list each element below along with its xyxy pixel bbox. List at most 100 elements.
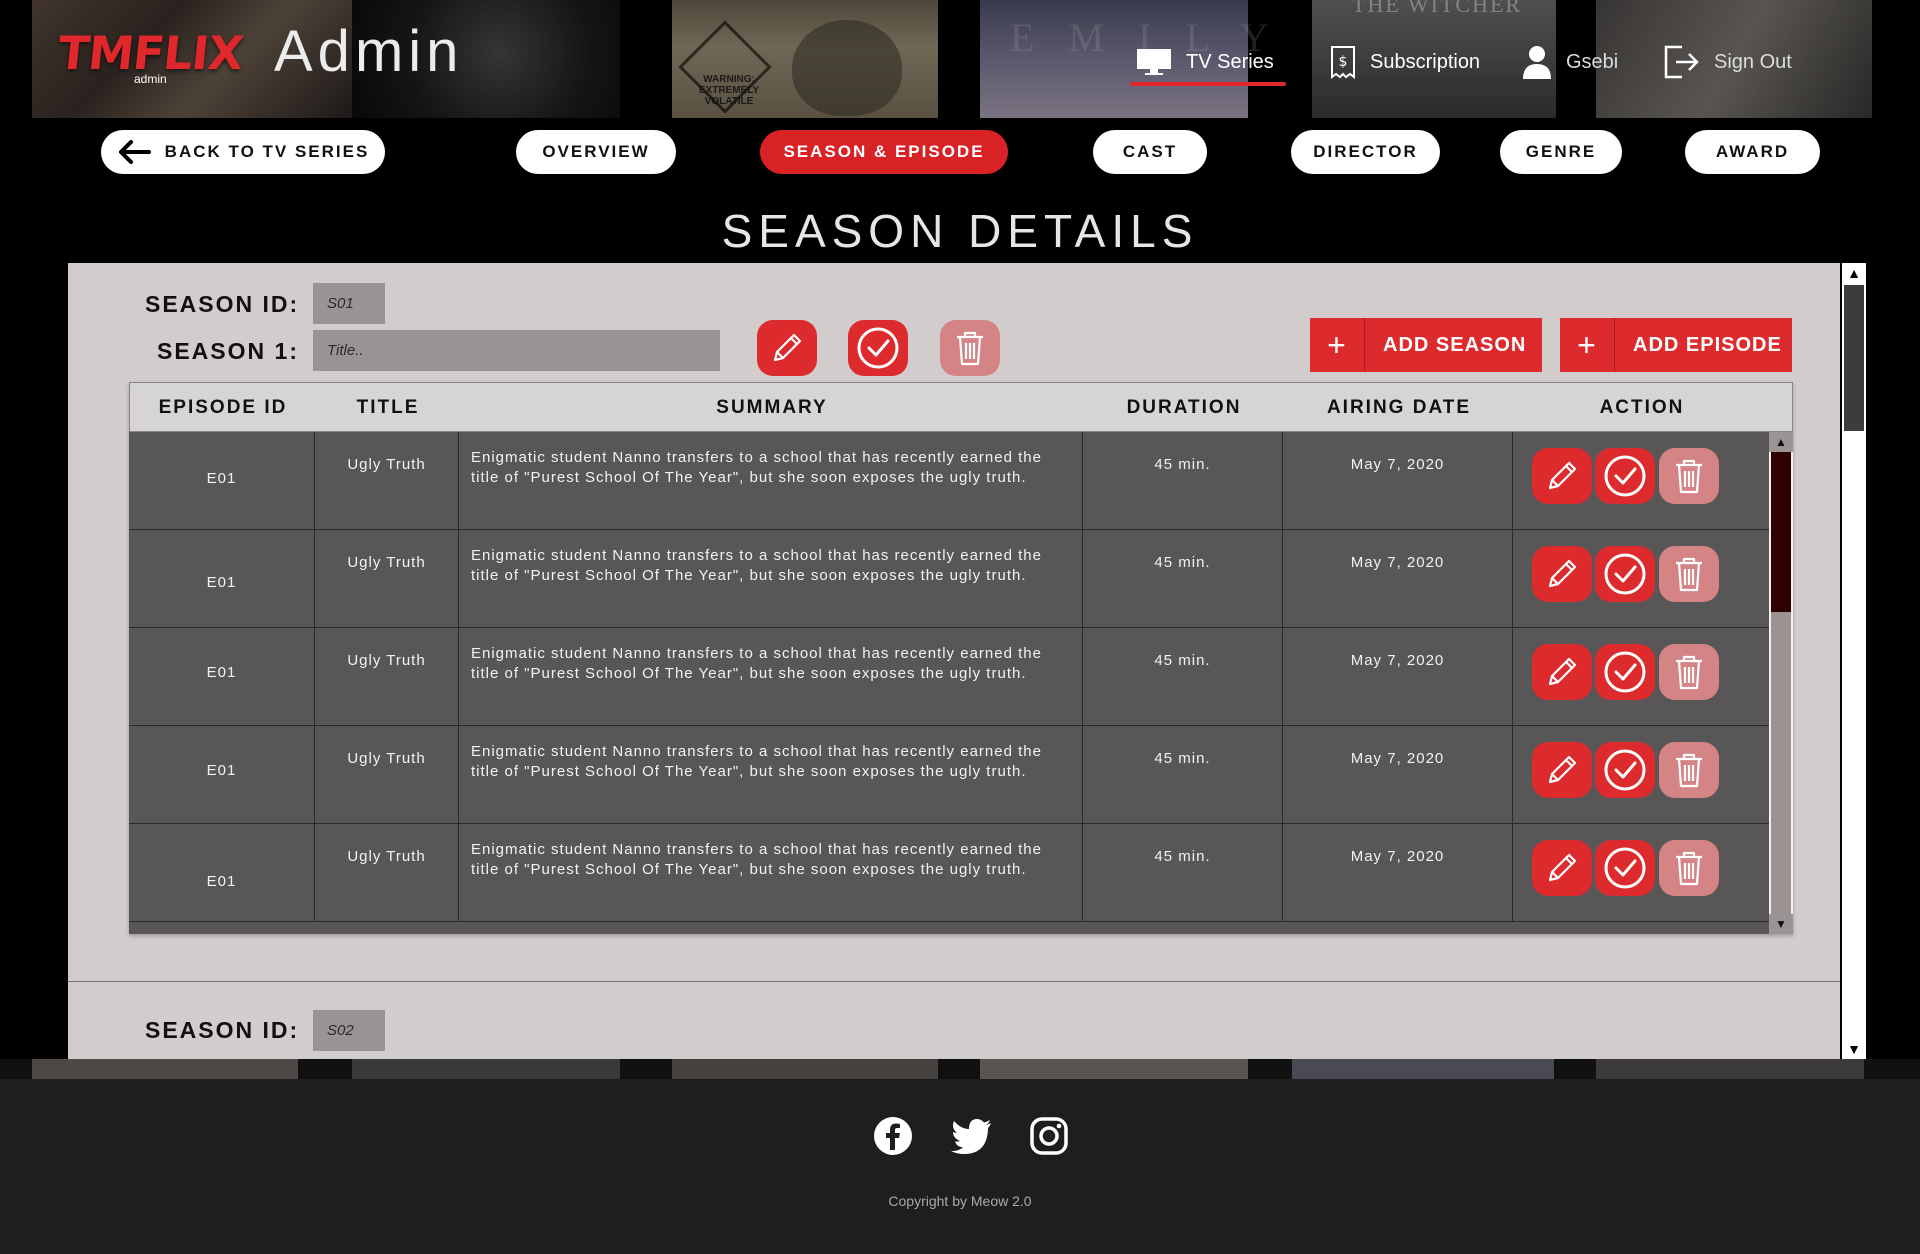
save-episode-button[interactable] — [1595, 644, 1655, 700]
svg-text:$: $ — [1339, 54, 1348, 70]
nav-sign-out[interactable]: Sign Out — [1664, 42, 1792, 82]
arrow-left-icon — [117, 139, 151, 165]
save-episode-button[interactable] — [1595, 546, 1655, 602]
add-season-button[interactable]: + ADD SEASON — [1310, 318, 1542, 372]
airing-date-text: May 7, 2020 — [1350, 750, 1445, 767]
cell-episode-id: E01 — [129, 530, 315, 628]
trash-icon — [954, 329, 986, 367]
delete-episode-button[interactable] — [1659, 546, 1719, 602]
season-id-label: SEASON ID: — [145, 291, 300, 317]
cell-title: Ugly Truth — [315, 432, 459, 530]
episode-id-text: E01 — [206, 574, 237, 591]
tab-director[interactable]: DIRECTOR — [1291, 130, 1440, 174]
edit-episode-button[interactable] — [1532, 546, 1592, 602]
save-episode-button[interactable] — [1595, 840, 1655, 896]
column-header: DURATION — [1126, 397, 1242, 418]
edit-season-button[interactable] — [757, 320, 817, 376]
duration-text: 45 min. — [1154, 456, 1211, 473]
cell-duration: 45 min. — [1083, 824, 1283, 922]
add-episode-button[interactable]: + ADD EPISODE — [1560, 318, 1792, 372]
scrollbar-thumb[interactable] — [1771, 452, 1791, 612]
edit-episode-button[interactable] — [1532, 840, 1592, 896]
instagram-icon[interactable] — [1028, 1115, 1070, 1157]
pencil-icon — [1544, 752, 1580, 788]
brand-logo[interactable]: TMFLIX admin — [55, 26, 248, 88]
cell-airing-date: May 7, 2020 — [1283, 530, 1513, 628]
table-row: E01 Ugly Truth Enigmatic student Nanno tra… — [129, 628, 1769, 726]
check-circle-icon — [1603, 650, 1647, 694]
cell-episode-id: E01 — [129, 726, 315, 824]
logo-subtext: admin — [134, 72, 167, 86]
scroll-up-arrow-icon[interactable]: ▲ — [1842, 263, 1866, 283]
divider — [68, 981, 1840, 982]
column-header: TITLE — [356, 397, 420, 418]
admin-title: Admin — [274, 19, 464, 84]
nav-tv-series-label: TV Series — [1186, 50, 1274, 73]
edit-episode-button[interactable] — [1532, 644, 1592, 700]
nav-subscription[interactable]: $ Subscription — [1330, 42, 1480, 82]
summary-text: Enigmatic student Nanno transfers to a s… — [471, 841, 1042, 878]
sign-out-icon — [1664, 45, 1700, 79]
airing-date-text: May 7, 2020 — [1350, 848, 1445, 865]
tab-season-episode[interactable]: SEASON & EPISODE — [760, 130, 1008, 174]
cell-summary: Enigmatic student Nanno transfers to a s… — [459, 432, 1083, 530]
delete-episode-button[interactable] — [1659, 644, 1719, 700]
twitter-icon[interactable] — [951, 1115, 993, 1157]
column-header: ACTION — [1599, 397, 1685, 418]
scrollbar-thumb[interactable] — [1844, 285, 1864, 431]
summary-text: Enigmatic student Nanno transfers to a s… — [471, 743, 1042, 780]
tab-award[interactable]: AWARD — [1685, 130, 1820, 174]
cell-title: Ugly Truth — [315, 726, 459, 824]
season-id-field[interactable]: S01 — [313, 283, 385, 324]
nav-user[interactable]: Gsebi — [1522, 42, 1618, 82]
edit-episode-button[interactable] — [1532, 448, 1592, 504]
tab-overview[interactable]: OVERVIEW — [516, 130, 676, 174]
edit-episode-button[interactable] — [1532, 742, 1592, 798]
delete-season-button[interactable] — [940, 320, 1000, 376]
title-text: Ugly Truth — [347, 848, 426, 865]
copyright-text: Copyright by Meow 2.0 — [888, 1193, 1032, 1209]
table-header: EPISODE ID TITLE SUMMARY DURATION AIRING… — [129, 382, 1793, 432]
back-to-tv-series-button[interactable]: BACK TO TV SERIES — [101, 130, 385, 174]
delete-episode-button[interactable] — [1659, 742, 1719, 798]
back-to-tv-series-label: BACK TO TV SERIES — [164, 142, 370, 161]
tab-cast[interactable]: CAST — [1093, 130, 1207, 174]
pencil-icon — [1544, 654, 1580, 690]
table-row: E01 Ugly Truth Enigmatic student Nanno tra… — [129, 726, 1769, 824]
scroll-up-arrow-icon[interactable]: ▲ — [1769, 432, 1793, 452]
page-scrollbar[interactable]: ▲ ▼ — [1842, 263, 1866, 1059]
duration-text: 45 min. — [1154, 652, 1211, 669]
cell-episode-id: E01 — [129, 824, 315, 922]
episode-id-text: E01 — [206, 470, 237, 487]
scroll-down-arrow-icon[interactable]: ▼ — [1842, 1039, 1866, 1059]
table-scrollbar[interactable]: ▲ ▼ — [1769, 432, 1793, 934]
episodes-table: EPISODE ID TITLE SUMMARY DURATION AIRING… — [129, 382, 1793, 934]
nav-tv-series[interactable]: TV Series — [1136, 42, 1274, 82]
delete-episode-button[interactable] — [1659, 448, 1719, 504]
save-season-button[interactable] — [848, 320, 908, 376]
season-name-label: SEASON 1: — [157, 338, 299, 364]
cell-summary: Enigmatic student Nanno transfers to a s… — [459, 726, 1083, 824]
add-season-label: ADD SEASON — [1383, 333, 1527, 356]
delete-episode-button[interactable] — [1659, 840, 1719, 896]
summary-text: Enigmatic student Nanno transfers to a s… — [471, 645, 1042, 682]
poster-strip — [0, 1059, 1920, 1079]
save-episode-button[interactable] — [1595, 742, 1655, 798]
cell-airing-date: May 7, 2020 — [1283, 726, 1513, 824]
cell-summary: Enigmatic student Nanno transfers to a s… — [459, 530, 1083, 628]
facebook-icon[interactable] — [872, 1115, 914, 1157]
title-text: Ugly Truth — [347, 652, 426, 669]
summary-text: Enigmatic student Nanno transfers to a s… — [471, 449, 1042, 486]
season-title-input[interactable]: Title.. — [313, 330, 720, 371]
scroll-down-arrow-icon[interactable]: ▼ — [1769, 914, 1793, 934]
trash-icon — [1673, 555, 1705, 593]
tab-genre[interactable]: GENRE — [1500, 130, 1622, 174]
season-id-label: SEASON ID: — [145, 1017, 300, 1043]
cell-duration: 45 min. — [1083, 530, 1283, 628]
trash-icon — [1673, 751, 1705, 789]
plus-icon: + — [1310, 318, 1365, 372]
season-id-field[interactable]: S02 — [313, 1010, 385, 1051]
cell-title: Ugly Truth — [315, 628, 459, 726]
title-text: Ugly Truth — [347, 750, 426, 767]
save-episode-button[interactable] — [1595, 448, 1655, 504]
